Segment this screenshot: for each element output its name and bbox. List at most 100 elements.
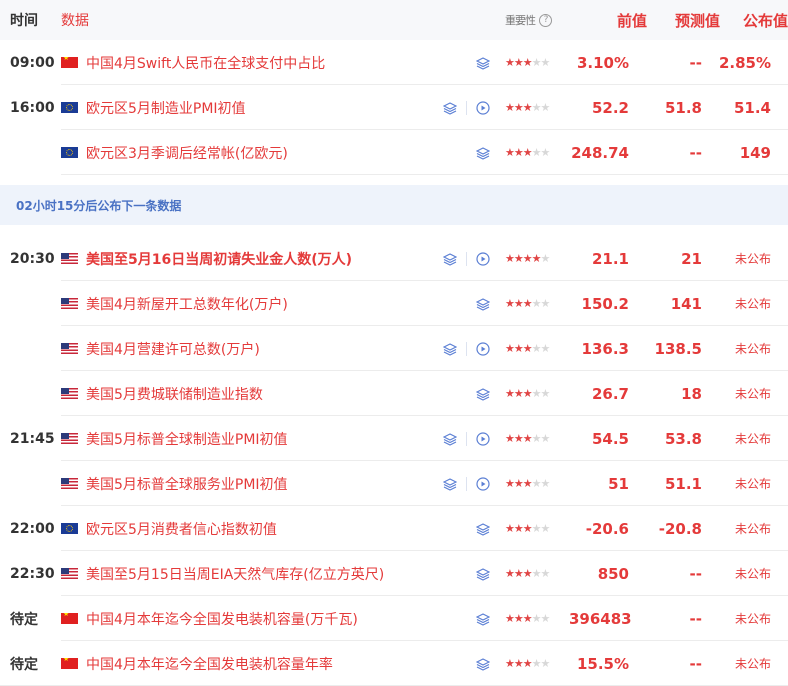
importance-stars: ★★★★★ <box>501 477 569 490</box>
event-name-cell[interactable]: 中国4月本年迄今全国发电装机容量(万千瓦) <box>61 609 433 629</box>
layers-icon[interactable] <box>475 566 491 582</box>
flag-us-icon <box>61 298 78 309</box>
layers-icon[interactable] <box>442 100 458 116</box>
table-row[interactable]: 09:00中国4月Swift人民币在全球支付中占比★★★★★3.10%--2.8… <box>0 40 788 85</box>
importance-stars: ★★★★★ <box>501 146 569 159</box>
star-icon: ★ <box>540 567 551 580</box>
event-name[interactable]: 美国至5月15日当周EIA天然气库存(亿立方英尺) <box>86 564 384 584</box>
layers-icon[interactable] <box>475 386 491 402</box>
event-name[interactable]: 美国5月费城联储制造业指数 <box>86 384 263 404</box>
event-name[interactable]: 美国4月新屋开工总数年化(万户) <box>86 294 288 314</box>
table-row[interactable]: 美国4月新屋开工总数年化(万户) ★★★★★ 150.2 141 未公布 <box>0 281 788 326</box>
star-icon: ★ <box>505 252 515 265</box>
star-icon: ★ <box>505 56 515 69</box>
layers-icon[interactable] <box>442 431 458 447</box>
previous-value: 3.10% <box>576 53 629 72</box>
star-icon: ★ <box>540 387 551 400</box>
question-circle-icon[interactable]: ? <box>539 13 552 27</box>
forecast-value: -- <box>689 564 702 583</box>
icon-divider <box>466 100 467 115</box>
actual-value: 未公布 <box>734 297 771 311</box>
event-name-cell[interactable]: 美国5月标普全球服务业PMI初值 <box>61 474 433 494</box>
forecast-value: 138.5 <box>654 339 702 358</box>
actual-value: 未公布 <box>734 432 771 446</box>
layers-icon[interactable] <box>442 251 458 267</box>
table-row[interactable]: 待定中国4月本年迄今全国发电装机容量(万千瓦)★★★★★396483--未公布 <box>0 596 788 641</box>
star-icon: ★ <box>540 432 551 445</box>
table-row[interactable]: 22:30 美国至5月15日当周EIA天然气库存(亿立方英尺) ★★★★★ 850 --… <box>0 551 788 596</box>
table-row[interactable]: 美国4月营建许可总数(万户) ★★★★★ 136.3 138.5 未公布 <box>0 326 788 371</box>
event-name-cell[interactable]: 美国5月标普全球制造业PMI初值 <box>61 429 433 449</box>
economic-calendar-table: 时间 数据 重要性 ? 前值 预测值 公布值 09:00 中国4月Swift人民币… <box>0 0 788 686</box>
star-icon: ★ <box>540 101 551 114</box>
star-icon: ★ <box>505 612 515 625</box>
play-circle-icon[interactable] <box>475 251 491 267</box>
event-time: 22:30 <box>10 565 55 582</box>
previous-value: 54.5 <box>591 429 629 448</box>
star-icon: ★ <box>540 297 551 310</box>
header-time: 时间 <box>10 13 38 29</box>
layers-icon[interactable] <box>442 476 458 492</box>
event-name[interactable]: 欧元区3月季调后经常帐(亿欧元) <box>86 143 288 163</box>
play-circle-icon[interactable] <box>475 100 491 116</box>
event-name-cell[interactable]: 中国4月Swift人民币在全球支付中占比 <box>61 53 433 73</box>
importance-stars: ★★★★★ <box>501 387 569 400</box>
event-name[interactable]: 中国4月本年迄今全国发电装机容量(万千瓦) <box>86 609 358 629</box>
event-name-cell[interactable]: 美国至5月16日当周初请失业金人数(万人) <box>61 249 433 269</box>
star-icon: ★ <box>531 101 542 114</box>
star-icon: ★ <box>505 342 515 355</box>
event-name-cell[interactable]: 美国4月营建许可总数(万户) <box>61 339 433 359</box>
layers-icon[interactable] <box>475 55 491 71</box>
previous-value: 396483 <box>569 609 632 628</box>
table-row[interactable]: 22:00 欧元区5月消费者信心指数初值 ★★★★★ -20.6 -20.8 未公布 <box>0 506 788 551</box>
table-row[interactable]: 待定中国4月本年迄今全国发电装机容量年率★★★★★15.5%--未公布 <box>0 641 788 686</box>
forecast-value: 141 <box>670 294 702 313</box>
table-row[interactable]: 美国5月费城联储制造业指数 ★★★★★ 26.7 18 未公布 <box>0 371 788 416</box>
event-name-cell[interactable]: 美国至5月15日当周EIA天然气库存(亿立方英尺) <box>61 564 433 584</box>
event-name[interactable]: 美国5月标普全球服务业PMI初值 <box>86 474 288 494</box>
star-icon: ★ <box>513 252 524 265</box>
event-name-cell[interactable]: 美国5月费城联储制造业指数 <box>61 384 433 404</box>
event-name[interactable]: 中国4月Swift人民币在全球支付中占比 <box>86 53 325 73</box>
star-icon: ★ <box>531 477 542 490</box>
actual-value: 未公布 <box>734 612 771 626</box>
star-icon: ★ <box>522 567 533 580</box>
star-icon: ★ <box>531 567 542 580</box>
layers-icon[interactable] <box>442 341 458 357</box>
layers-icon[interactable] <box>475 521 491 537</box>
table-row[interactable]: 美国5月标普全球服务业PMI初值 ★★★★★ 51 51.1 未公布 <box>0 461 788 506</box>
event-name[interactable]: 欧元区5月消费者信心指数初值 <box>86 519 277 539</box>
event-name-cell[interactable]: 欧元区5月制造业PMI初值 <box>61 98 433 118</box>
layers-icon[interactable] <box>475 611 491 627</box>
event-actions <box>433 611 501 627</box>
play-circle-icon[interactable] <box>475 341 491 357</box>
flag-us-icon <box>61 568 78 579</box>
table-row[interactable]: 16:00 欧元区5月制造业PMI初值 ★★★★★ 52.2 51.8 51.4 <box>0 85 788 130</box>
table-row[interactable]: 欧元区3月季调后经常帐(亿欧元) ★★★★★ 248.74 -- 149 <box>0 130 788 175</box>
previous-value: 850 <box>597 564 629 583</box>
flag-eu-icon <box>61 147 78 158</box>
star-icon: ★ <box>540 342 551 355</box>
play-circle-icon[interactable] <box>475 476 491 492</box>
event-name[interactable]: 欧元区5月制造业PMI初值 <box>86 98 246 118</box>
table-row[interactable]: 20:30 美国至5月16日当周初请失业金人数(万人) ★★★★★ 21.1 21 未公布 <box>0 236 788 281</box>
layers-icon[interactable] <box>475 656 491 672</box>
event-name-cell[interactable]: 欧元区3月季调后经常帐(亿欧元) <box>61 143 433 163</box>
event-name[interactable]: 美国至5月16日当周初请失业金人数(万人) <box>86 249 352 269</box>
layers-icon[interactable] <box>475 145 491 161</box>
event-time: 20:30 <box>10 250 55 267</box>
event-name-cell[interactable]: 美国4月新屋开工总数年化(万户) <box>61 294 433 314</box>
star-icon: ★ <box>522 657 533 670</box>
forecast-value: -- <box>689 53 702 72</box>
actual-value: 未公布 <box>734 252 771 266</box>
event-name[interactable]: 美国5月标普全球制造业PMI初值 <box>86 429 288 449</box>
event-name-cell[interactable]: 欧元区5月消费者信心指数初值 <box>61 519 433 539</box>
table-row[interactable]: 21:45 美国5月标普全球制造业PMI初值 ★★★★★ 54.5 53.8 未公布 <box>0 416 788 461</box>
importance-stars: ★★★★★ <box>501 342 569 355</box>
icon-divider <box>466 251 467 266</box>
star-icon: ★ <box>531 252 542 265</box>
event-name[interactable]: 美国4月营建许可总数(万户) <box>86 339 260 359</box>
forecast-value: 18 <box>681 384 702 403</box>
play-circle-icon[interactable] <box>475 431 491 447</box>
layers-icon[interactable] <box>475 296 491 312</box>
